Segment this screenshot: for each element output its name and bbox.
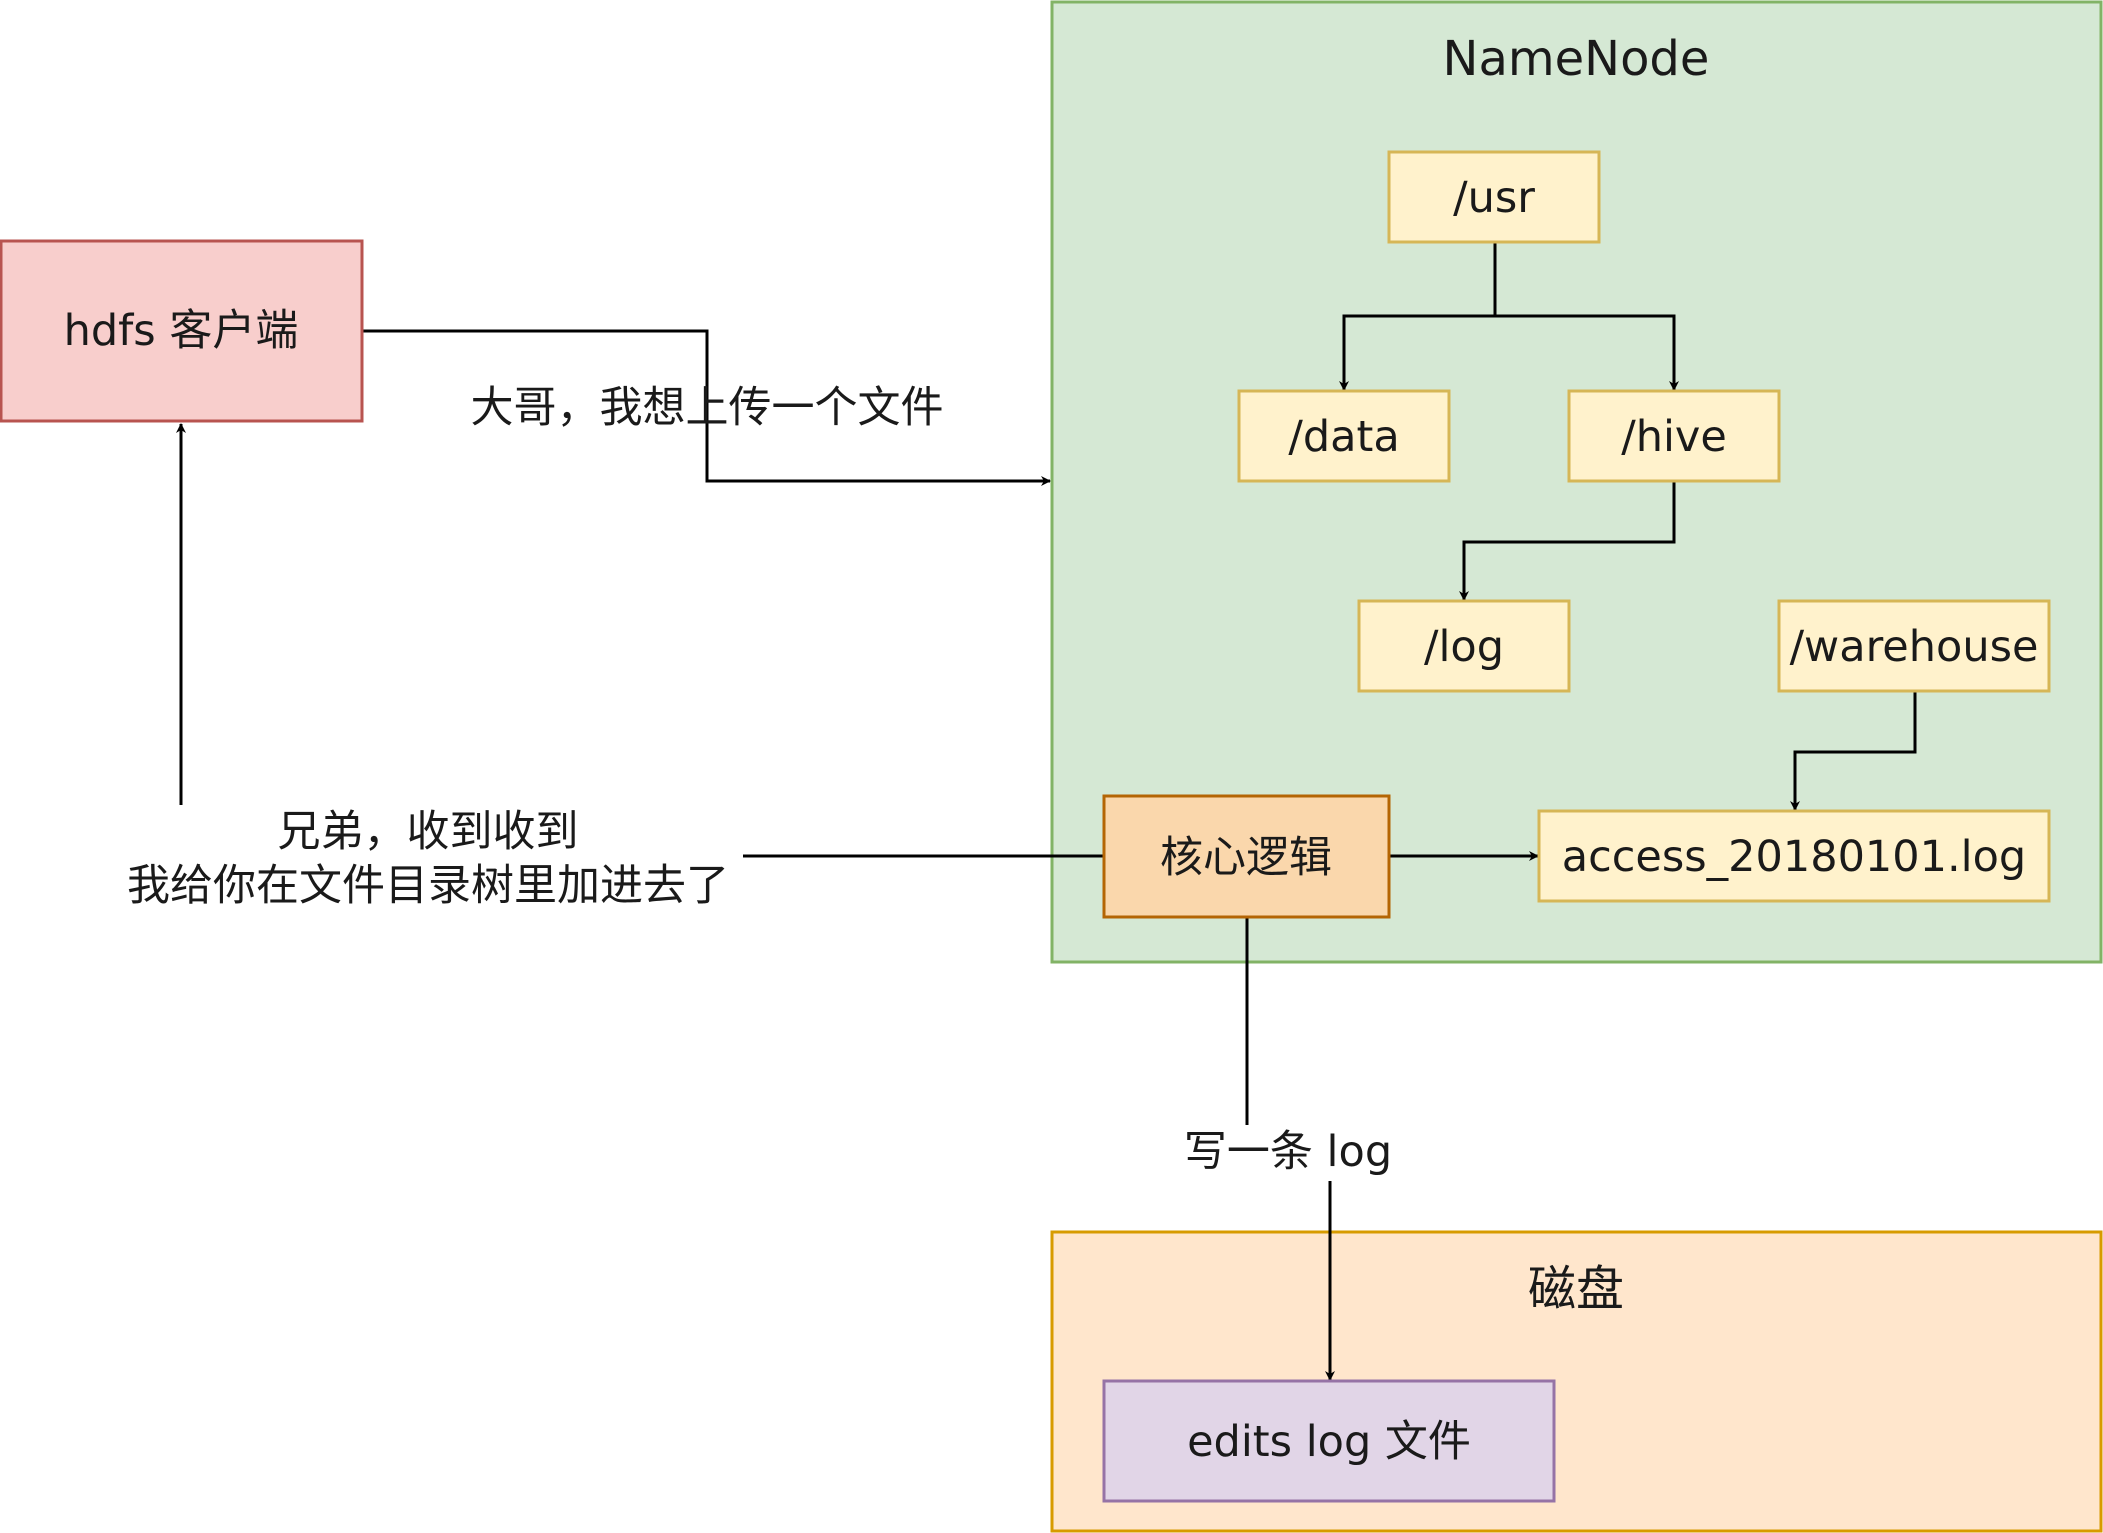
request-label: 大哥，我想上传一个文件 (471, 383, 944, 433)
disk-title: 磁盘 (1528, 1261, 1624, 1317)
tree-node-hive-label: /hive (1621, 412, 1727, 462)
tree-node-usr: /usr (1387, 150, 1601, 244)
write-log-label: 写一条 log (1184, 1127, 1392, 1177)
reply-label-line2: 我给你在文件目录树里加进去了 (127, 861, 729, 911)
tree-node-warehouse: /warehouse (1777, 599, 2051, 693)
tree-node-log: /log (1357, 599, 1571, 693)
reply-label-line1: 兄弟，收到收到 (278, 807, 579, 857)
tree-node-log-label: /log (1424, 622, 1504, 672)
tree-node-access-log-label: access_20180101.log (1562, 832, 2026, 882)
edits-log-node: edits log 文件 (1102, 1379, 1556, 1503)
tree-node-data-label: /data (1288, 412, 1399, 462)
tree-node-access-log: access_20180101.log (1537, 809, 2051, 903)
core-logic-node: 核心逻辑 (1102, 794, 1391, 919)
edits-log-label: edits log 文件 (1187, 1417, 1471, 1467)
namenode-title: NameNode (1443, 31, 1710, 87)
edge-core-client (181, 424, 1104, 858)
hdfs-upload-diagram: 磁盘 NameNode 大哥，我想上传一个文件 兄弟，收到收到 我给你在文件目录… (0, 0, 2103, 1533)
tree-node-data: /data (1237, 389, 1451, 483)
tree-node-hive: /hive (1567, 389, 1781, 483)
tree-node-warehouse-label: /warehouse (1790, 622, 2039, 672)
client-node: hdfs 客户端 (0, 239, 364, 423)
core-logic-label: 核心逻辑 (1160, 833, 1332, 883)
tree-node-usr-label: /usr (1453, 173, 1535, 223)
client-label: hdfs 客户端 (64, 306, 299, 356)
